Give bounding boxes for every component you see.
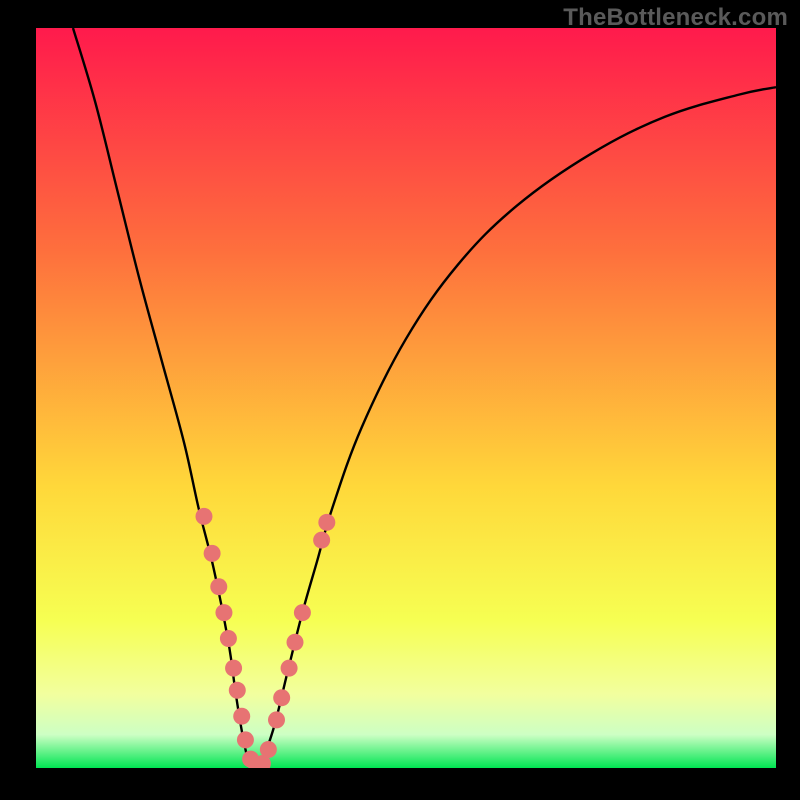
data-dot — [273, 689, 290, 706]
data-dot — [313, 532, 330, 549]
data-dot — [215, 604, 232, 621]
data-dot — [260, 741, 277, 758]
data-dot — [229, 682, 246, 699]
data-dot — [195, 508, 212, 525]
gradient-background — [36, 28, 776, 768]
data-dot — [268, 711, 285, 728]
chart-svg — [36, 28, 776, 768]
data-dot — [237, 731, 254, 748]
data-dot — [233, 708, 250, 725]
chart-frame: TheBottleneck.com — [0, 0, 800, 800]
data-dot — [225, 660, 242, 677]
data-dot — [210, 578, 227, 595]
data-dot — [281, 660, 298, 677]
data-dot — [294, 604, 311, 621]
data-dot — [287, 634, 304, 651]
plot-area — [36, 28, 776, 768]
data-dot — [220, 630, 237, 647]
data-dot — [318, 514, 335, 531]
watermark-text: TheBottleneck.com — [563, 4, 788, 32]
data-dot — [204, 545, 221, 562]
